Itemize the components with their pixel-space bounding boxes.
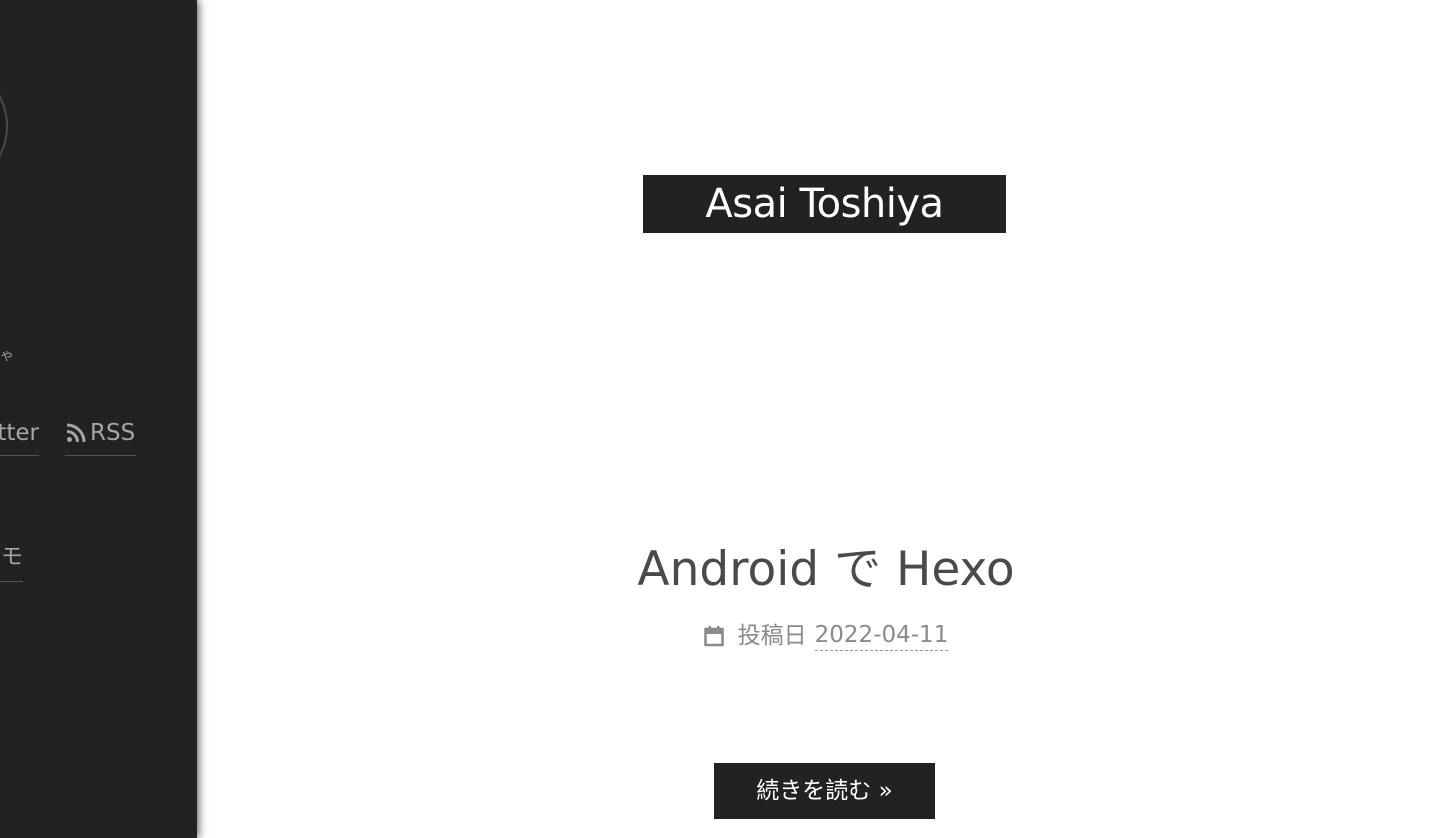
post-meta-label: 投稿日: [737, 622, 807, 649]
post-title-text: Android で Hexo: [637, 542, 1015, 597]
calendar-icon: [703, 624, 726, 648]
site-title[interactable]: Asai Toshiya: [643, 175, 1006, 233]
rss-icon: [65, 419, 87, 447]
post-meta: 投稿日 2022-04-11: [200, 620, 1452, 651]
category-link-label: メモ: [0, 545, 23, 570]
sidebar-subtitle-fragment: ゃ: [0, 348, 14, 364]
sidebar: ゃ Twitter RSS メモ: [0, 0, 197, 838]
post-date[interactable]: 2022-04-11: [814, 620, 949, 651]
post-title[interactable]: Android で Hexo: [200, 540, 1452, 600]
social-link-rss[interactable]: RSS: [65, 419, 137, 456]
read-more-button[interactable]: 続きを読む »: [714, 763, 935, 819]
avatar[interactable]: [0, 62, 8, 190]
social-link-rss-label: RSS: [90, 420, 136, 446]
social-link-twitter[interactable]: Twitter: [0, 419, 39, 456]
social-link-twitter-label: Twitter: [0, 420, 39, 446]
category-link[interactable]: メモ: [0, 545, 23, 582]
